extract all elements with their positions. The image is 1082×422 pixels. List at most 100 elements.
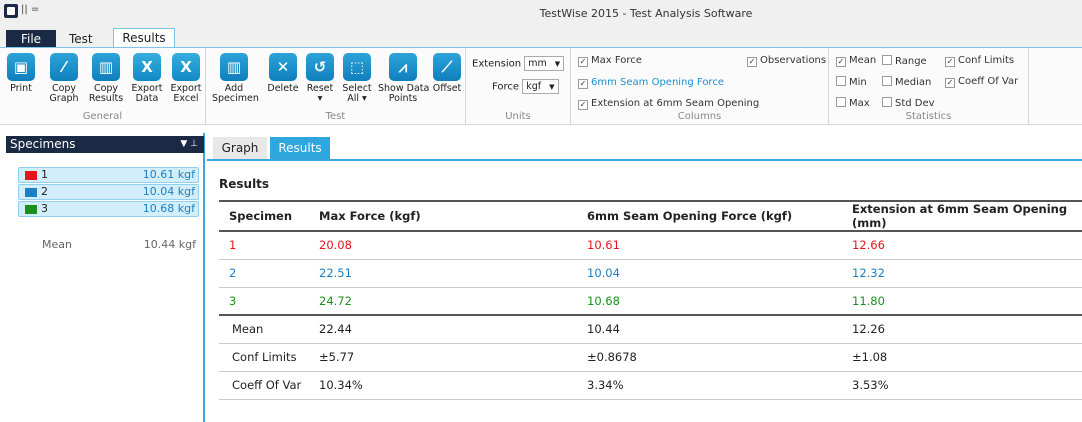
stat-label-cell: Mean — [219, 315, 309, 344]
window-title: TestWise 2015 - Test Analysis Software — [539, 7, 753, 20]
extension-unit-select[interactable]: mm ▼ — [524, 56, 565, 71]
force-unit-label: Force — [492, 81, 520, 93]
specimen-color-swatch — [25, 188, 37, 197]
column-header: 6mm Seam Opening Force (kgf) — [577, 200, 842, 232]
ribbon-group-label: Units — [505, 111, 531, 122]
max-force-cell: 20.08 — [309, 231, 577, 260]
printer-icon: ▣ — [7, 53, 35, 81]
data-points-icon: ⩘ — [389, 53, 417, 81]
extension-unit-label: Extension — [472, 58, 522, 70]
tab-graph[interactable]: Graph — [213, 137, 267, 159]
extension-checkbox[interactable]: ✓ Extension at 6mm Seam Opening — [578, 98, 759, 110]
extension-cell: 12.66 — [842, 231, 1082, 260]
copy-results-icon: ▥ — [92, 53, 120, 81]
conf-limits-checkbox[interactable]: ✓ Conf Limits — [945, 55, 1014, 67]
tab-test[interactable]: Test — [69, 30, 93, 48]
extension-cell: ±1.08 — [842, 343, 1082, 372]
delete-icon: ✕ — [269, 53, 297, 81]
ribbon-group-statistics: ✓ Mean Min Max Range Median Std Dev ✓ Conf… — [829, 48, 1029, 124]
extension-cell: 12.32 — [842, 259, 1082, 288]
select-all-icon: ⬚ — [343, 53, 371, 81]
export-excel-button[interactable]: X Export Excel — [168, 53, 204, 104]
extension-cell: 3.53% — [842, 371, 1082, 400]
column-header: Max Force (kgf) — [309, 200, 577, 232]
select-all-button[interactable]: ⬚ Select All ▾ — [340, 53, 374, 104]
ribbon-group-label: Test — [325, 111, 346, 122]
column-header: Specimen — [219, 200, 309, 232]
checkmark-icon: ✓ — [945, 57, 955, 67]
specimen-color-swatch — [25, 205, 37, 214]
force-unit-row: Force kgf ▼ — [492, 79, 559, 94]
title-bar: || = TestWise 2015 - Test Analysis Softw… — [0, 0, 1082, 28]
offset-button[interactable]: ⟋ Offset — [430, 53, 464, 94]
specimen-cell: 1 — [219, 231, 309, 260]
seam-force-checkbox[interactable]: ✓ 6mm Seam Opening Force — [578, 77, 724, 89]
add-specimen-button[interactable]: ▥ Add Specimen — [212, 53, 259, 104]
excel-icon: X — [172, 53, 200, 81]
mean-checkbox[interactable]: ✓ Mean — [836, 55, 876, 67]
seam-force-cell: 3.34% — [577, 371, 842, 400]
range-checkbox[interactable]: Range — [882, 55, 927, 67]
force-unit-select[interactable]: kgf ▼ — [522, 79, 559, 94]
specimen-cell: 3 — [219, 287, 309, 316]
specimen-item[interactable]: 2 10.04 kgf — [18, 184, 199, 200]
stat-row: Conf Limits ±5.77 ±0.8678 ±1.08 — [219, 343, 1082, 372]
results-heading: Results — [219, 177, 270, 191]
show-data-points-button[interactable]: ⩘ Show Data Points — [378, 53, 429, 104]
extension-cell: 11.80 — [842, 287, 1082, 316]
table-row[interactable]: 3 24.72 10.68 11.80 — [219, 287, 1082, 316]
max-checkbox[interactable]: Max — [836, 97, 870, 109]
copy-results-button[interactable]: ▥ Copy Results — [88, 53, 124, 104]
export-data-button[interactable]: X Export Data — [128, 53, 166, 104]
ribbon: ▣ Print ⁄ Copy Graph ▥ Copy Results X Ex… — [0, 47, 1082, 125]
stat-row: Mean 22.44 10.44 12.26 — [219, 315, 1082, 344]
specimens-panel-header: Specimens ▼ ⊥ — [6, 136, 204, 153]
print-button[interactable]: ▣ Print — [6, 53, 36, 94]
tab-results[interactable]: Results — [113, 28, 175, 48]
max-force-cell: 24.72 — [309, 287, 577, 316]
specimen-item[interactable]: 3 10.68 kgf — [18, 201, 199, 217]
max-force-cell: 10.34% — [309, 371, 577, 400]
reset-button[interactable]: ↺ Reset ▾ — [304, 53, 336, 104]
menu-tab-row: File Test Results — [0, 27, 1082, 48]
seam-force-cell: 10.68 — [577, 287, 842, 316]
ribbon-group-units: Extension mm ▼ Force kgf ▼ Units — [466, 48, 571, 124]
extension-unit-row: Extension mm ▼ — [472, 56, 565, 71]
table-row[interactable]: 1 20.08 10.61 12.66 — [219, 231, 1082, 260]
ribbon-group-label: Statistics — [905, 111, 952, 122]
specimens-panel-title: Specimens — [10, 137, 76, 151]
stat-label-cell: Coeff Of Var — [219, 371, 309, 400]
checkmark-icon: ✓ — [945, 78, 955, 88]
tab-results-view[interactable]: Results — [270, 137, 330, 159]
max-force-cell: 22.51 — [309, 259, 577, 288]
delete-button[interactable]: ✕ Delete — [266, 53, 300, 94]
specimen-cell: 2 — [219, 259, 309, 288]
extension-cell: 12.26 — [842, 315, 1082, 344]
offset-icon: ⟋ — [433, 53, 461, 81]
max-force-checkbox[interactable]: ✓ Max Force — [578, 55, 642, 67]
median-checkbox[interactable]: Median — [882, 76, 931, 88]
checkmark-icon: ✓ — [836, 57, 846, 67]
results-table: Specimen Max Force (kgf) 6mm Seam Openin… — [219, 200, 1082, 400]
min-checkbox[interactable]: Min — [836, 76, 867, 88]
observations-checkbox[interactable]: ✓ Observations — [747, 55, 826, 67]
seam-force-cell: ±0.8678 — [577, 343, 842, 372]
ribbon-group-columns: ✓ Max Force ✓ 6mm Seam Opening Force ✓ Exte… — [571, 48, 829, 124]
stat-row: Coeff Of Var 10.34% 3.34% 3.53% — [219, 371, 1082, 400]
tab-file[interactable]: File — [6, 30, 56, 48]
specimen-item[interactable]: 1 10.61 kgf — [18, 167, 199, 183]
checkmark-icon: ✓ — [578, 100, 588, 110]
copy-graph-icon: ⁄ — [50, 53, 78, 81]
stat-label-cell: Conf Limits — [219, 343, 309, 372]
pin-icon[interactable]: ▼ ⊥ — [180, 136, 198, 153]
ribbon-group-test: ▥ Add Specimen ✕ Delete ↺ Reset ▾ ⬚ Sele… — [206, 48, 466, 124]
std-dev-checkbox[interactable]: Std Dev — [882, 97, 935, 109]
coeff-of-var-checkbox[interactable]: ✓ Coeff Of Var — [945, 76, 1018, 88]
table-row[interactable]: 2 22.51 10.04 12.32 — [219, 259, 1082, 288]
seam-force-cell: 10.44 — [577, 315, 842, 344]
checkmark-icon: ✓ — [578, 79, 588, 89]
specimens-mean-row: Mean 10.44 kgf — [42, 238, 196, 251]
specimens-panel: Specimens ▼ ⊥ 1 10.61 kgf 2 10.04 kgf 3 … — [0, 133, 205, 422]
max-force-cell: ±5.77 — [309, 343, 577, 372]
copy-graph-button[interactable]: ⁄ Copy Graph — [46, 53, 82, 104]
